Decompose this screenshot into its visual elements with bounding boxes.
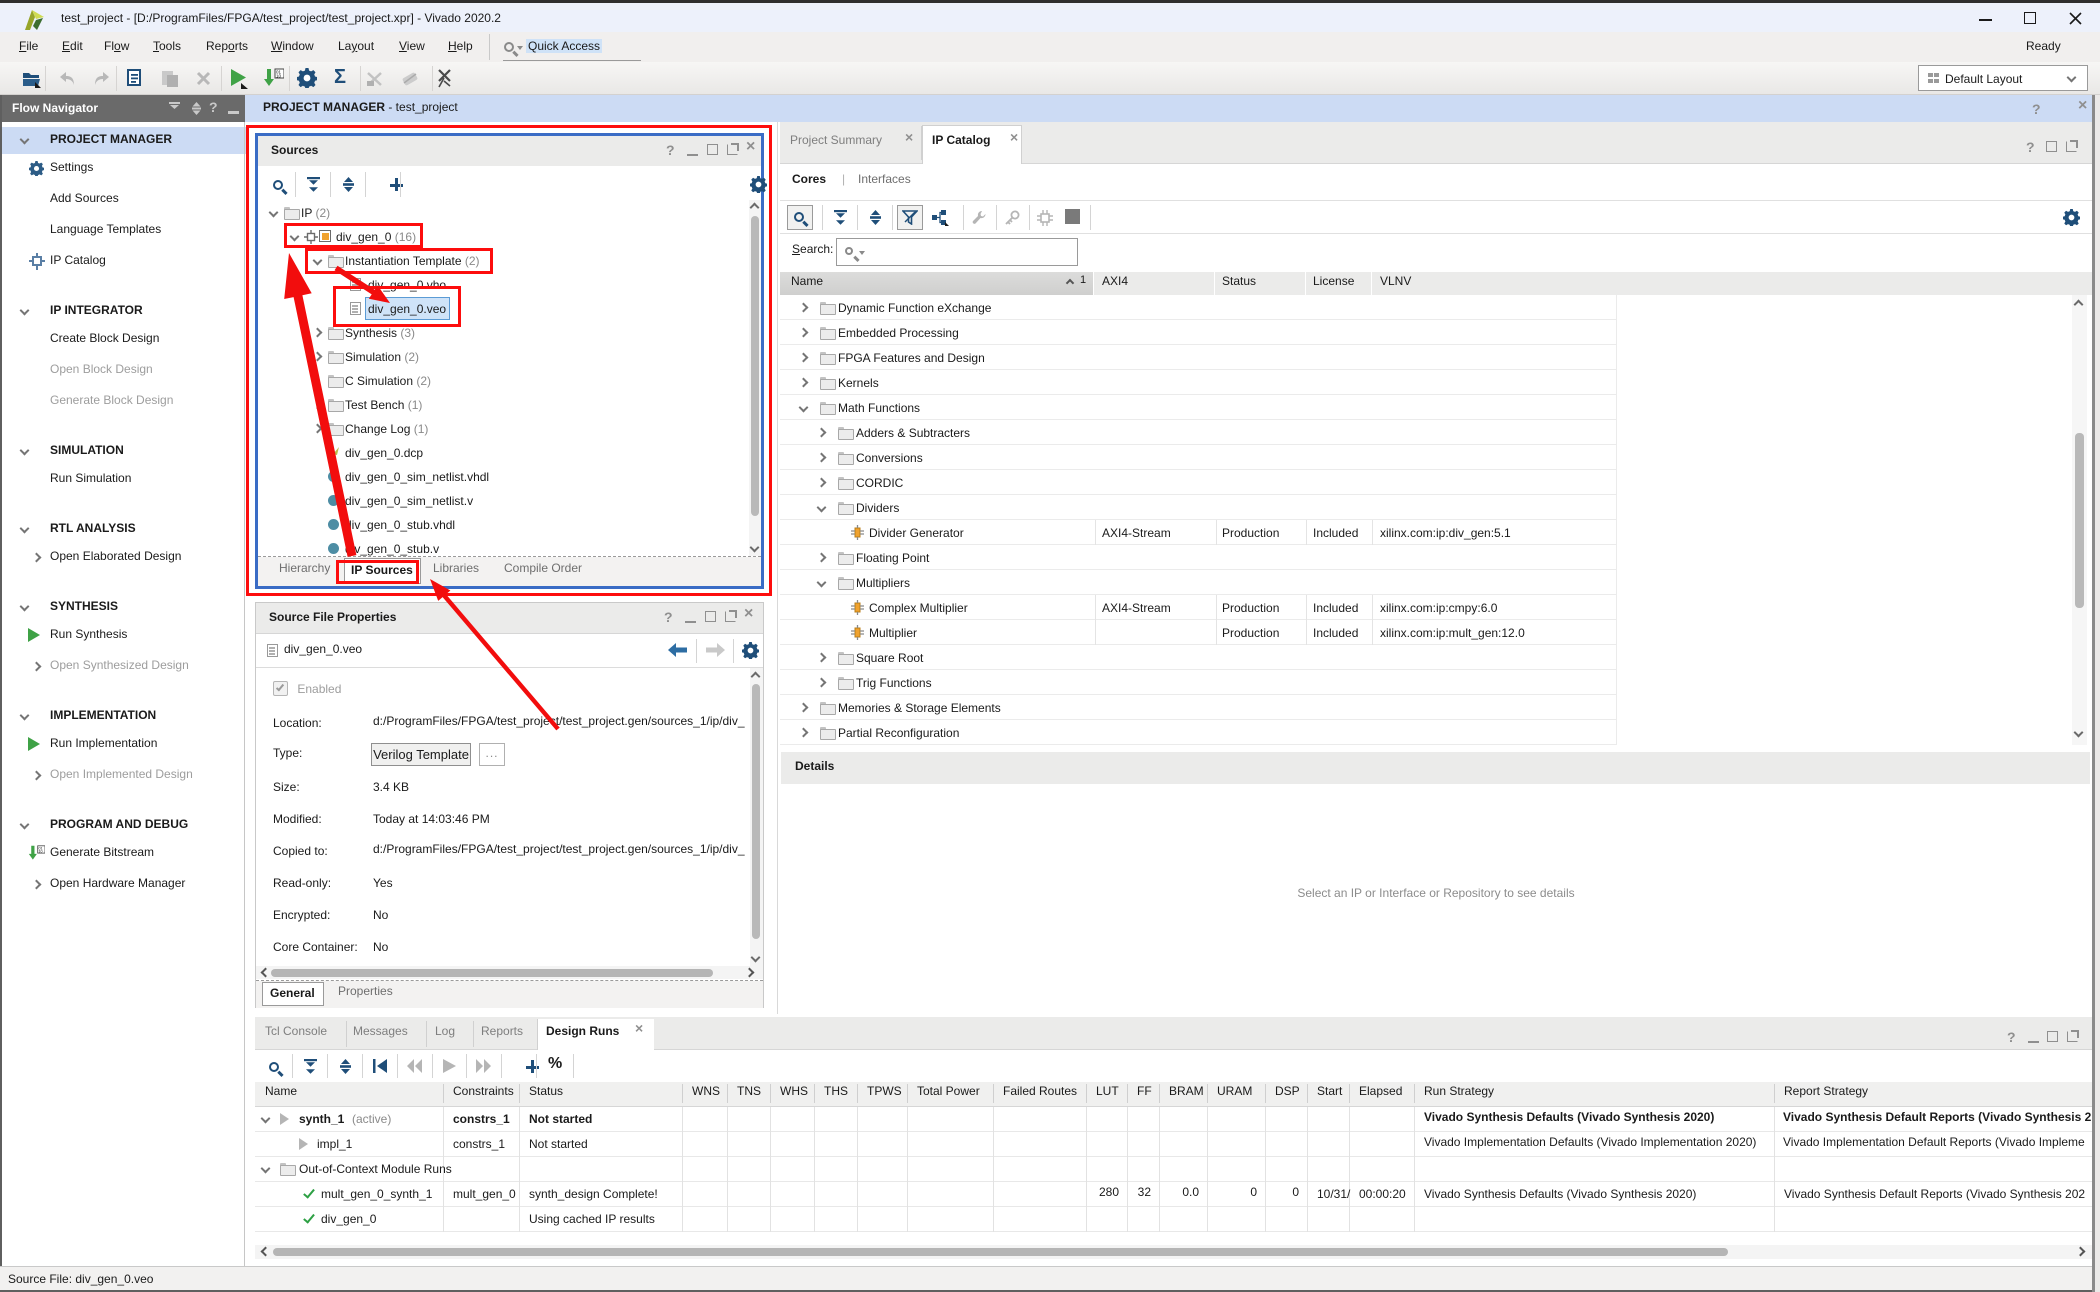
svg-text:10: 10 (276, 74, 282, 79)
svg-text:10: 10 (39, 850, 43, 854)
